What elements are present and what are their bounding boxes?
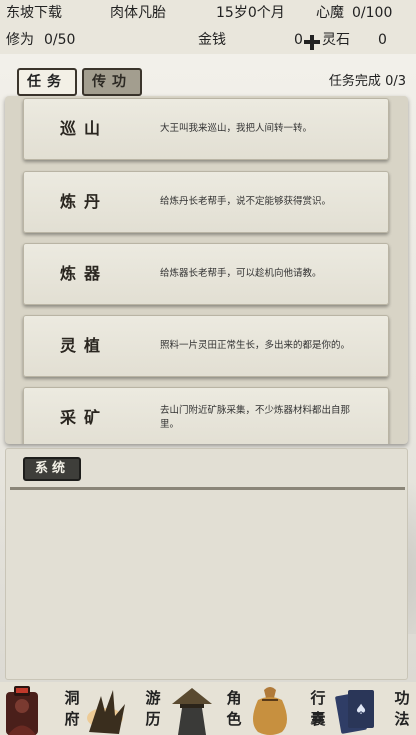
svg-text:♠: ♠ — [355, 702, 368, 718]
cultivation-value: 0/50 — [44, 32, 76, 48]
bag-icon — [248, 682, 292, 735]
spirit-stone-value: 0 — [378, 32, 387, 48]
nav-travel[interactable]: 游历 — [85, 682, 168, 735]
nav-character[interactable]: 角色 — [170, 682, 252, 735]
task-name: 灵植 — [59, 336, 108, 355]
money-value: 0 — [294, 32, 303, 48]
task-list[interactable]: 巡山 大王叫我来巡山，我把人间转一转。 炼丹 给炼丹长老帮手，说不定能够获得赏识… — [5, 96, 408, 444]
cave-dwelling-icon — [0, 682, 44, 735]
travel-icon — [85, 682, 129, 735]
spirit-stone-label: 灵石 — [322, 32, 350, 48]
nav-label: 功法 — [394, 689, 410, 728]
cultivation-label: 修为 — [6, 32, 34, 48]
spirit-stone-icon — [304, 33, 320, 50]
realm-text: 肉体凡胎 — [110, 5, 166, 21]
task-description: 照料一片灵田正常生长，多出来的都是你的。 — [160, 340, 351, 351]
task-completion-value: 0/3 — [385, 74, 406, 89]
task-item-mining[interactable]: 采矿 去山门附近矿脉采集，不少炼器材料都出自那里。 — [23, 387, 389, 444]
nav-cave-dwelling[interactable]: 洞府 — [0, 682, 82, 735]
task-description: 给炼器长老帮手，可以趁机向他请教。 — [160, 268, 322, 279]
task-completion-label: 任务完成 — [328, 74, 381, 89]
task-item-spirit-plants[interactable]: 灵植 照料一片灵田正常生长，多出来的都是你的。 — [23, 315, 389, 377]
nav-label: 行囊 — [310, 689, 326, 728]
nav-label: 游历 — [145, 689, 161, 728]
heart-demon-label: 心魔 — [316, 5, 344, 21]
location-text: 东坡下载 — [6, 5, 62, 21]
status-bar: 东坡下载 肉体凡胎 15岁0个月 心魔 0/100 修为 0/50 金钱 0 灵… — [0, 0, 416, 54]
log-panel: 系统 — [5, 448, 408, 680]
nav-technique[interactable]: ♠ 功法 — [334, 682, 416, 735]
task-description: 大王叫我来巡山，我把人间转一转。 — [160, 123, 313, 134]
nav-bag[interactable]: 行囊 — [248, 682, 334, 735]
nav-label: 角色 — [226, 689, 242, 728]
task-item-alchemy[interactable]: 炼丹 给炼丹长老帮手，说不定能够获得赏识。 — [23, 171, 389, 233]
log-divider — [10, 487, 405, 490]
task-completion: 任务完成 0/3 — [329, 70, 406, 89]
tab-tasks[interactable]: 任务 — [17, 68, 77, 96]
task-name: 炼丹 — [59, 192, 108, 211]
character-icon — [170, 682, 214, 735]
task-item-refining[interactable]: 炼器 给炼器长老帮手，可以趁机向他请教。 — [23, 243, 389, 305]
age-text: 15岁0个月 — [216, 5, 285, 21]
task-description: 去山门附近矿脉采集，不少炼器材料都出自那里。 — [160, 405, 351, 430]
task-item-patrol[interactable]: 巡山 大王叫我来巡山，我把人间转一转。 — [23, 98, 389, 160]
bottom-nav: 洞府 游历 角色 行 囊 ♠ 功 法 — [0, 682, 416, 735]
technique-icon: ♠ — [334, 682, 378, 735]
nav-label: 洞府 — [64, 689, 80, 728]
task-description: 给炼丹长老帮手，说不定能够获得赏识。 — [160, 196, 332, 207]
system-log-button[interactable]: 系统 — [23, 457, 81, 481]
money-label: 金钱 — [198, 32, 226, 48]
task-name: 采矿 — [59, 408, 108, 427]
task-name: 炼器 — [59, 264, 108, 283]
tab-skill-transmission[interactable]: 传功 — [82, 68, 142, 96]
heart-demon-value: 0/100 — [352, 5, 393, 21]
task-name: 巡山 — [59, 119, 108, 138]
